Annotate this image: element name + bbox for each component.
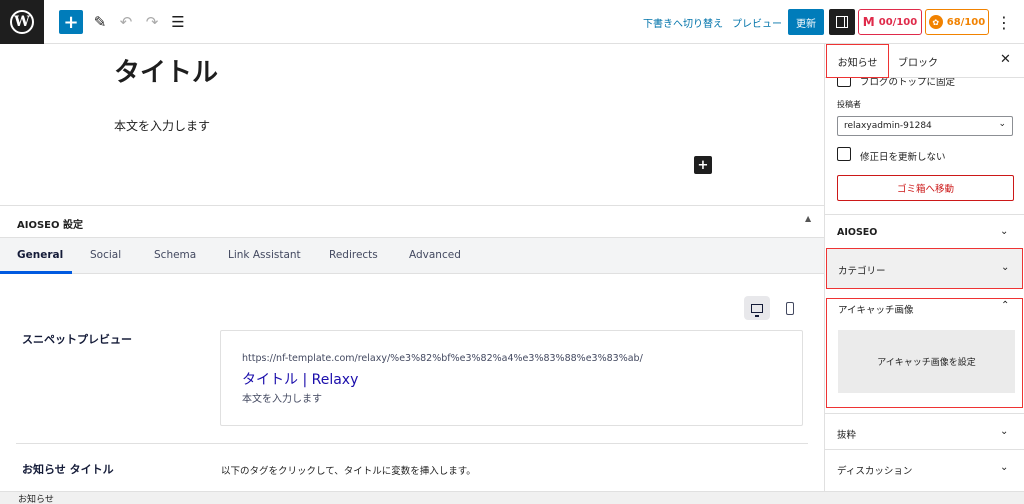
headline-score: 68/100 [946, 16, 986, 28]
author-select-value: relaxyadmin-91284 [844, 121, 932, 131]
set-featured-image-button[interactable]: アイキャッチ画像を設定 [838, 330, 1015, 393]
mobile-preview-button[interactable] [782, 296, 798, 320]
undo-icon[interactable]: ↶ [114, 10, 138, 34]
sidebar-tabs: お知らせ ブロック ✕ [825, 44, 1024, 78]
chevron-down-icon: ⌄ [1001, 262, 1010, 273]
tab-schema[interactable]: Schema [154, 249, 196, 261]
post-title[interactable]: タイトル [114, 52, 218, 89]
aioseo-tabs: General Social Schema Link Assistant Red… [0, 238, 824, 274]
snippet-preview-box: https://nf-template.com/relaxy/%e3%82%bf… [220, 330, 803, 426]
post-title-description: 以下のタグをクリックして、タイトルに変数を挿入します。 [221, 466, 476, 477]
tab-post[interactable]: お知らせ [826, 44, 889, 78]
close-icon[interactable]: ✕ [1000, 52, 1011, 67]
category-panel-title: カテゴリー [838, 266, 886, 277]
snippet-description: 本文を入力します [242, 394, 322, 405]
collapse-caret-icon[interactable]: ▲ [805, 214, 811, 223]
divider [16, 443, 808, 444]
aioseo-icon: M [862, 15, 875, 29]
post-body-paragraph[interactable]: 本文を入力します [114, 117, 210, 134]
move-to-trash-button[interactable]: ゴミ箱へ移動 [837, 175, 1014, 201]
snippet-preview-label: スニペットプレビュー [22, 333, 132, 346]
author-label: 投稿者 [837, 100, 861, 109]
preview-button[interactable]: プレビュー [732, 15, 782, 30]
tab-advanced[interactable]: Advanced [409, 249, 461, 261]
chevron-down-icon: ⌄ [1000, 426, 1009, 437]
editor-canvas: タイトル 本文を入力します + AIOSEO 設定 ▲ General Soci… [0, 44, 824, 491]
chevron-down-icon: ⌄ [998, 119, 1006, 129]
block-inserter-button[interactable]: + [59, 10, 83, 34]
edit-tool-icon[interactable]: ✎ [88, 10, 112, 34]
no-update-date-label: 修正日を更新しない [860, 152, 946, 163]
featured-image-panel: アイキャッチ画像 ⌃ アイキャッチ画像を設定 [826, 298, 1023, 408]
wordpress-logo-button[interactable]: W [0, 0, 44, 44]
tab-general[interactable]: General [17, 249, 63, 261]
wordpress-icon: W [10, 10, 34, 34]
truseo-score-button[interactable]: M 00/100 [858, 9, 922, 35]
aioseo-general-panel: スニペットプレビュー https://nf-template.com/relax… [0, 274, 824, 491]
aioseo-settings-title: AIOSEO 設定 [17, 220, 83, 231]
tab-social[interactable]: Social [90, 249, 121, 261]
headline-score-button[interactable]: ✿ 68/100 [925, 9, 989, 35]
more-options-icon[interactable]: ⋮ [996, 10, 1012, 34]
switch-to-draft-button[interactable]: 下書きへ切り替え [643, 15, 723, 30]
desktop-preview-button[interactable] [744, 296, 770, 320]
aioseo-settings-header[interactable]: AIOSEO 設定 ▲ [0, 205, 824, 238]
truseo-score: 00/100 [878, 16, 918, 28]
redo-icon[interactable]: ↷ [140, 10, 164, 34]
headline-analyzer-icon: ✿ [928, 15, 943, 29]
block-breadcrumb-bar: お知らせ [0, 491, 1024, 504]
discussion-panel-toggle[interactable]: ディスカッション ⌄ [825, 449, 1024, 491]
chevron-down-icon: ⌄ [1000, 226, 1009, 237]
desktop-icon [751, 303, 763, 317]
post-title-label: お知らせ タイトル [22, 463, 114, 476]
excerpt-panel-title: 抜粋 [837, 430, 857, 441]
chevron-down-icon: ⌄ [1000, 462, 1009, 473]
settings-toggle-button[interactable] [829, 9, 855, 35]
author-select[interactable]: relaxyadmin-91284 ⌄ [837, 116, 1013, 136]
document-overview-icon[interactable]: ☰ [166, 10, 190, 34]
settings-sidebar: お知らせ ブロック ✕ ブログのトップに固定 投稿者 relaxyadmin-9… [824, 44, 1024, 491]
chevron-up-icon[interactable]: ⌃ [1001, 300, 1009, 311]
sidebar-icon [836, 16, 848, 28]
no-update-date-checkbox[interactable] [837, 147, 851, 161]
tab-link-assistant[interactable]: Link Assistant [228, 249, 301, 261]
aioseo-panel-toggle[interactable]: AIOSEO ⌄ [825, 214, 1024, 248]
tab-redirects[interactable]: Redirects [329, 249, 378, 261]
breadcrumb[interactable]: お知らせ [18, 492, 54, 504]
editor-toolbar: W + ✎ ↶ ↷ ☰ 下書きへ切り替え プレビュー 更新 M 00/100 ✿… [0, 0, 1024, 44]
category-panel-toggle[interactable]: カテゴリー ⌄ [826, 248, 1023, 289]
snippet-title: タイトル | Relaxy [242, 372, 359, 388]
tab-block[interactable]: ブロック [898, 54, 938, 69]
add-block-button[interactable]: + [694, 156, 712, 174]
mobile-icon [786, 301, 794, 315]
snippet-url: https://nf-template.com/relaxy/%e3%82%bf… [242, 353, 643, 364]
aioseo-panel-title: AIOSEO [837, 227, 878, 238]
excerpt-panel-toggle[interactable]: 抜粋 ⌄ [825, 413, 1024, 449]
discussion-panel-title: ディスカッション [837, 466, 913, 477]
update-button[interactable]: 更新 [788, 9, 824, 35]
featured-image-panel-title: アイキャッチ画像 [838, 305, 914, 316]
